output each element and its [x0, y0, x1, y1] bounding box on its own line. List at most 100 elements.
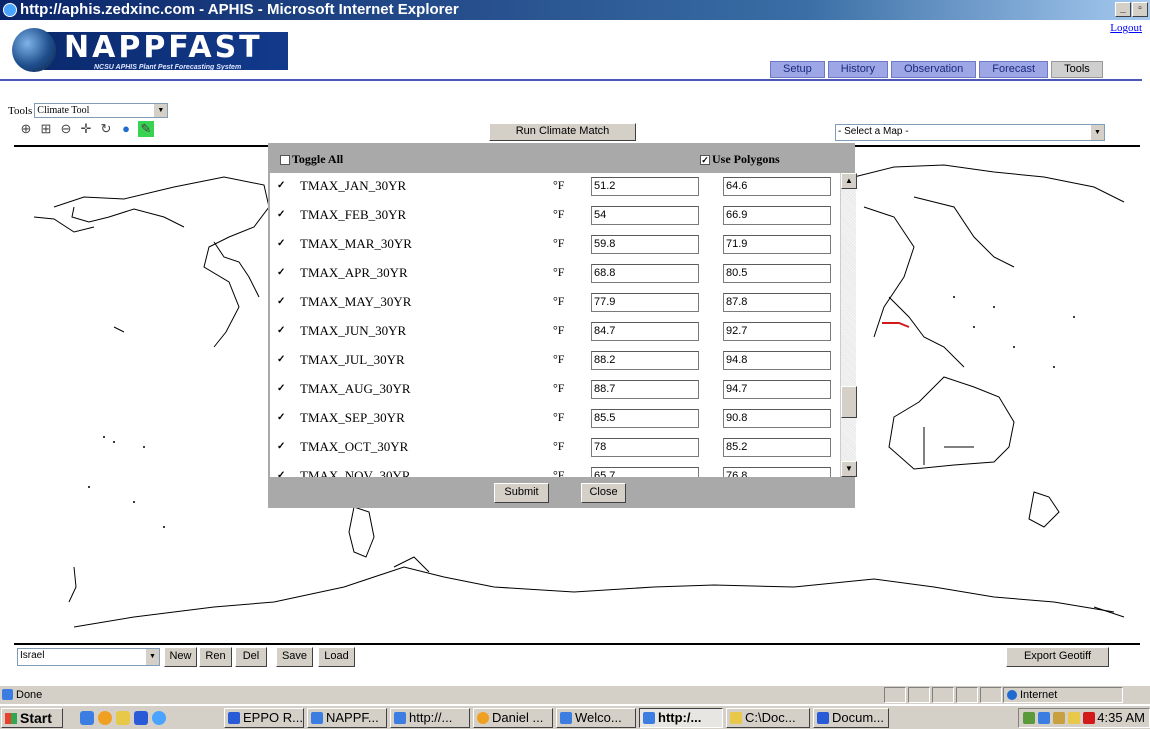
- word-icon[interactable]: [134, 711, 148, 725]
- max-value-input[interactable]: 94.7: [723, 380, 831, 399]
- desktop-icon[interactable]: [80, 711, 94, 725]
- start-button[interactable]: Start: [1, 708, 63, 728]
- tab-observation[interactable]: Observation: [890, 61, 977, 78]
- logout-link[interactable]: Logout: [1110, 22, 1142, 34]
- variable-checkbox[interactable]: ✓: [276, 297, 286, 307]
- internet-explorer-icon[interactable]: [152, 711, 166, 725]
- messenger-icon[interactable]: [98, 711, 112, 725]
- variable-unit: °F: [553, 381, 565, 395]
- task-button[interactable]: Docum...: [813, 708, 889, 728]
- variable-checkbox[interactable]: ✓: [276, 355, 286, 365]
- toggle-all-control[interactable]: Toggle All: [280, 152, 343, 167]
- task-button[interactable]: EPPO R...: [224, 708, 304, 728]
- country-select[interactable]: Israel ▼: [17, 648, 160, 666]
- scroll-down-icon[interactable]: ▼: [841, 461, 857, 477]
- variable-checkbox[interactable]: ✓: [276, 326, 286, 336]
- variable-name: TMAX_JUN_30YR: [300, 323, 407, 338]
- max-value-input[interactable]: 71.9: [723, 235, 831, 254]
- min-value-input[interactable]: 77.9: [591, 293, 699, 312]
- rename-button[interactable]: Ren: [199, 647, 232, 667]
- minimize-button[interactable]: _: [1115, 2, 1131, 17]
- variable-unit: °F: [553, 294, 565, 308]
- pencil-icon[interactable]: ✎: [138, 121, 154, 137]
- toggle-all-checkbox[interactable]: [280, 154, 290, 165]
- max-value-input[interactable]: 64.6: [723, 177, 831, 196]
- min-value-input[interactable]: 84.7: [591, 322, 699, 341]
- task-label: C:\Doc...: [745, 710, 796, 725]
- refresh-icon[interactable]: ↻: [98, 121, 114, 137]
- use-polygons-checkbox[interactable]: ✓: [700, 154, 710, 165]
- run-climate-match-button[interactable]: Run Climate Match: [489, 123, 636, 141]
- load-button[interactable]: Load: [318, 647, 355, 667]
- tool-select[interactable]: Climate Tool ▼: [34, 103, 169, 118]
- min-value-input[interactable]: 85.5: [591, 409, 699, 428]
- min-value-input[interactable]: 51.2: [591, 177, 699, 196]
- variable-checkbox[interactable]: ✓: [276, 239, 286, 249]
- map-toolbar: ⊕ ⊞ ⊖ ✛ ↻ ● ✎: [18, 121, 154, 137]
- min-value-input[interactable]: 88.7: [591, 380, 699, 399]
- status-text: Done: [16, 689, 43, 701]
- maximize-button[interactable]: ▫: [1132, 2, 1148, 17]
- new-button[interactable]: New: [164, 647, 197, 667]
- windows-logo-icon: [5, 713, 17, 724]
- tab-forecast[interactable]: Forecast: [979, 61, 1049, 78]
- task-label: Docum...: [832, 710, 885, 725]
- task-button[interactable]: Welco...: [556, 708, 636, 728]
- scrollbar-thumb[interactable]: [841, 386, 857, 418]
- variable-checkbox[interactable]: ✓: [276, 181, 286, 191]
- max-value-input[interactable]: 92.7: [723, 322, 831, 341]
- max-value-input[interactable]: 87.8: [723, 293, 831, 312]
- max-value-input[interactable]: 66.9: [723, 206, 831, 225]
- variable-row: ✓ TMAX_JUN_30YR °F 84.7 92.7: [270, 318, 840, 347]
- volume-icon[interactable]: [1053, 712, 1065, 724]
- max-value-input[interactable]: 80.5: [723, 264, 831, 283]
- task-label: Daniel ...: [492, 710, 544, 725]
- map-select[interactable]: - Select a Map - ▼: [835, 124, 1105, 141]
- tab-setup[interactable]: Setup: [770, 61, 825, 78]
- max-value-input[interactable]: 94.8: [723, 351, 831, 370]
- min-value-input[interactable]: 59.8: [591, 235, 699, 254]
- task-button[interactable]: Daniel ...: [473, 708, 553, 728]
- export-geotiff-button[interactable]: Export Geotiff: [1006, 647, 1109, 667]
- update-icon[interactable]: [1068, 712, 1080, 724]
- min-value-input[interactable]: 54: [591, 206, 699, 225]
- task-button[interactable]: NAPPF...: [307, 708, 387, 728]
- delete-button[interactable]: Del: [235, 647, 267, 667]
- flag-icon[interactable]: [1083, 712, 1095, 724]
- variable-list-scrollbar[interactable]: ▲ ▼: [840, 173, 857, 477]
- task-button[interactable]: C:\Doc...: [726, 708, 810, 728]
- tab-tools[interactable]: Tools: [1051, 61, 1103, 78]
- task-button-active[interactable]: http:/...: [639, 708, 723, 728]
- save-button[interactable]: Save: [276, 647, 313, 667]
- pan-icon[interactable]: ✛: [78, 121, 94, 137]
- max-value-input[interactable]: 90.8: [723, 409, 831, 428]
- variable-checkbox[interactable]: ✓: [276, 268, 286, 278]
- globe-icon[interactable]: ●: [118, 121, 134, 137]
- variable-checkbox[interactable]: ✓: [276, 384, 286, 394]
- min-value-input[interactable]: 68.8: [591, 264, 699, 283]
- scroll-up-icon[interactable]: ▲: [841, 173, 857, 189]
- folder-icon[interactable]: [116, 711, 130, 725]
- max-value-input[interactable]: 76.8: [723, 467, 831, 477]
- min-value-input[interactable]: 88.2: [591, 351, 699, 370]
- variable-row: ✓ TMAX_JAN_30YR °F 51.2 64.6: [270, 173, 840, 202]
- document-icon: [817, 712, 829, 724]
- antivirus-icon[interactable]: [1038, 712, 1050, 724]
- variable-checkbox[interactable]: ✓: [276, 210, 286, 220]
- network-icon[interactable]: [1023, 712, 1035, 724]
- zoom-rect-icon[interactable]: ⊞: [38, 121, 54, 137]
- task-button[interactable]: http://...: [390, 708, 470, 728]
- variable-checkbox[interactable]: ✓: [276, 471, 286, 477]
- tools-row: Tools Climate Tool ▼: [8, 103, 169, 118]
- min-value-input[interactable]: 65.7: [591, 467, 699, 477]
- zoom-in-icon[interactable]: ⊕: [18, 121, 34, 137]
- tab-history[interactable]: History: [827, 61, 888, 78]
- min-value-input[interactable]: 78: [591, 438, 699, 457]
- variable-checkbox[interactable]: ✓: [276, 413, 286, 423]
- close-button[interactable]: Close: [581, 483, 626, 503]
- max-value-input[interactable]: 85.2: [723, 438, 831, 457]
- submit-button[interactable]: Submit: [494, 483, 549, 503]
- zoom-out-icon[interactable]: ⊖: [58, 121, 74, 137]
- use-polygons-control[interactable]: ✓ Use Polygons: [700, 152, 780, 167]
- variable-checkbox[interactable]: ✓: [276, 442, 286, 452]
